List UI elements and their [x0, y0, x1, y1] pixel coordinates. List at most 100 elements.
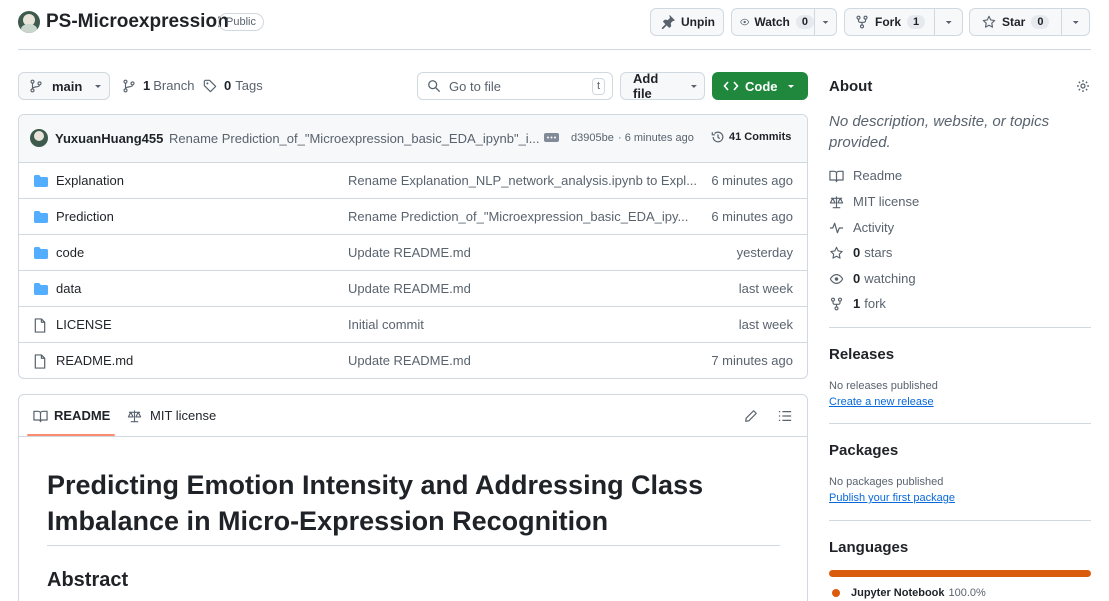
repo-name[interactable]: PS-Microexpression — [46, 11, 229, 33]
file-row[interactable]: code Update README.md yesterday — [19, 234, 807, 270]
file-name[interactable]: code — [56, 245, 84, 260]
commit-hash[interactable]: d3905be — [571, 132, 614, 144]
activity-link-label: Activity — [853, 220, 895, 235]
file-icon-wrap — [33, 318, 47, 333]
chevron-down-icon[interactable] — [815, 15, 836, 29]
visibility-badge: Public — [218, 13, 264, 31]
forks-link[interactable]: 1 fork — [829, 296, 886, 311]
branches-link[interactable]: 1 Branch — [122, 78, 194, 93]
file-commit-message[interactable]: Rename Prediction_of_"Microexpression_ba… — [348, 209, 688, 224]
language-item[interactable]: Jupyter Notebook 100.0% — [832, 587, 986, 599]
chevron-down-icon — [787, 85, 794, 88]
file-name[interactable]: data — [56, 281, 81, 296]
outline-icon[interactable] — [778, 409, 792, 423]
language-bar-segment — [829, 570, 1091, 577]
repo-avatar[interactable] — [18, 11, 40, 33]
folder-icon — [34, 175, 48, 187]
file-commit-message[interactable]: Initial commit — [348, 317, 424, 332]
file-commit-time: 7 minutes ago — [711, 353, 793, 368]
activity-link[interactable]: Activity — [829, 220, 894, 235]
folder-icon-wrap — [33, 282, 49, 296]
readme-abstract-heading: Abstract — [47, 569, 129, 591]
create-release-link[interactable]: Create a new release — [829, 396, 934, 408]
star-count: 0 — [1031, 15, 1050, 29]
watching-label: watching — [864, 271, 916, 286]
file-row[interactable]: Prediction Rename Prediction_of_"Microexp… — [19, 198, 807, 234]
file-commit-time: yesterday — [736, 245, 793, 260]
file-commit-time: 6 minutes ago — [711, 173, 793, 188]
folder-icon — [34, 283, 48, 295]
watch-count: 0 — [795, 15, 814, 29]
code-icon — [723, 81, 739, 91]
fork-label: Fork — [875, 15, 902, 29]
book-icon — [829, 170, 844, 182]
file-name[interactable]: Prediction — [56, 209, 114, 224]
file-commit-message[interactable]: Rename Explanation_NLP_network_analysis.… — [348, 173, 697, 188]
code-button[interactable]: Code — [712, 72, 808, 100]
file-name[interactable]: README.md — [56, 353, 133, 368]
ellipsis-icon — [547, 136, 556, 139]
pin-icon — [661, 15, 675, 29]
commits-count: 41 Commits — [729, 131, 792, 143]
file-commit-message[interactable]: Update README.md — [348, 281, 471, 296]
eye-icon — [829, 273, 844, 284]
star-button[interactable]: Star 0 — [969, 8, 1090, 36]
edit-icon[interactable] — [744, 409, 758, 423]
forks-count: 1 — [853, 296, 861, 311]
language-color-dot — [832, 589, 840, 597]
add-file-button[interactable]: Add file — [620, 71, 705, 101]
language-percent: 100.0% — [948, 587, 986, 599]
readme-link[interactable]: Readme — [829, 168, 902, 183]
file-row[interactable]: Explanation Rename Explanation_NLP_networ… — [19, 162, 807, 198]
languages-bar — [829, 570, 1091, 577]
file-commit-message[interactable]: Update README.md — [348, 353, 471, 368]
file-name[interactable]: LICENSE — [56, 317, 112, 332]
folder-icon-wrap — [33, 210, 49, 224]
file-row[interactable]: README.md Update README.md 7 minutes ago — [19, 342, 807, 378]
watch-label: Watch — [754, 15, 790, 29]
commit-author[interactable]: YuxuanHuang455 — [55, 131, 163, 146]
author-avatar[interactable] — [30, 129, 48, 147]
star-icon — [982, 15, 996, 28]
watch-button[interactable]: Watch 0 — [731, 8, 837, 36]
file-browser: YuxuanHuang455 Rename Prediction_of_"Mic… — [18, 114, 808, 379]
fork-icon — [856, 15, 868, 29]
publish-package-link[interactable]: Publish your first package — [829, 492, 955, 504]
commit-details-toggle[interactable] — [544, 133, 559, 142]
file-row[interactable]: data Update README.md last week — [19, 270, 807, 306]
releases-empty-text: No releases published — [829, 380, 938, 392]
folder-icon-wrap — [33, 174, 49, 188]
languages-heading: Languages — [829, 539, 909, 556]
tags-link[interactable]: 0 Tags — [203, 78, 263, 93]
tab-readme[interactable]: README — [33, 408, 110, 423]
tags-count: 0 — [224, 78, 232, 93]
branch-select[interactable]: main — [18, 72, 110, 100]
packages-heading[interactable]: Packages — [829, 442, 898, 459]
folder-icon — [34, 211, 48, 223]
watching-link[interactable]: 0 watching — [829, 271, 916, 286]
tab-active-underline — [27, 434, 115, 436]
commits-link[interactable]: 41 Commits — [711, 130, 791, 144]
commit-time: · 6 minutes ago — [618, 132, 694, 144]
chevron-down-icon[interactable] — [1062, 15, 1089, 29]
file-name[interactable]: Explanation — [56, 173, 124, 188]
goto-file-placeholder: Go to file — [449, 78, 502, 94]
goto-file-shortcut: t — [591, 78, 605, 95]
unpin-button[interactable]: Unpin — [650, 8, 724, 36]
stars-label: stars — [864, 245, 893, 260]
tab-license[interactable]: MIT license — [127, 408, 216, 423]
commit-message[interactable]: Rename Prediction_of_"Microexpression_ba… — [169, 131, 540, 146]
file-row[interactable]: LICENSE Initial commit last week — [19, 306, 807, 342]
sidebar-divider — [829, 423, 1091, 424]
file-commit-message[interactable]: Update README.md — [348, 245, 471, 260]
releases-heading[interactable]: Releases — [829, 346, 894, 363]
chevron-down-icon[interactable] — [935, 15, 962, 29]
goto-file-input[interactable]: Go to file t — [417, 72, 613, 100]
license-link[interactable]: MIT license — [829, 194, 919, 209]
branch-icon — [30, 79, 42, 93]
stars-link[interactable]: 0 stars — [829, 245, 892, 260]
gear-icon[interactable] — [1076, 79, 1090, 93]
tab-readme-label: README — [54, 408, 111, 423]
fork-button[interactable]: Fork 1 — [844, 8, 963, 36]
search-icon — [428, 80, 441, 93]
